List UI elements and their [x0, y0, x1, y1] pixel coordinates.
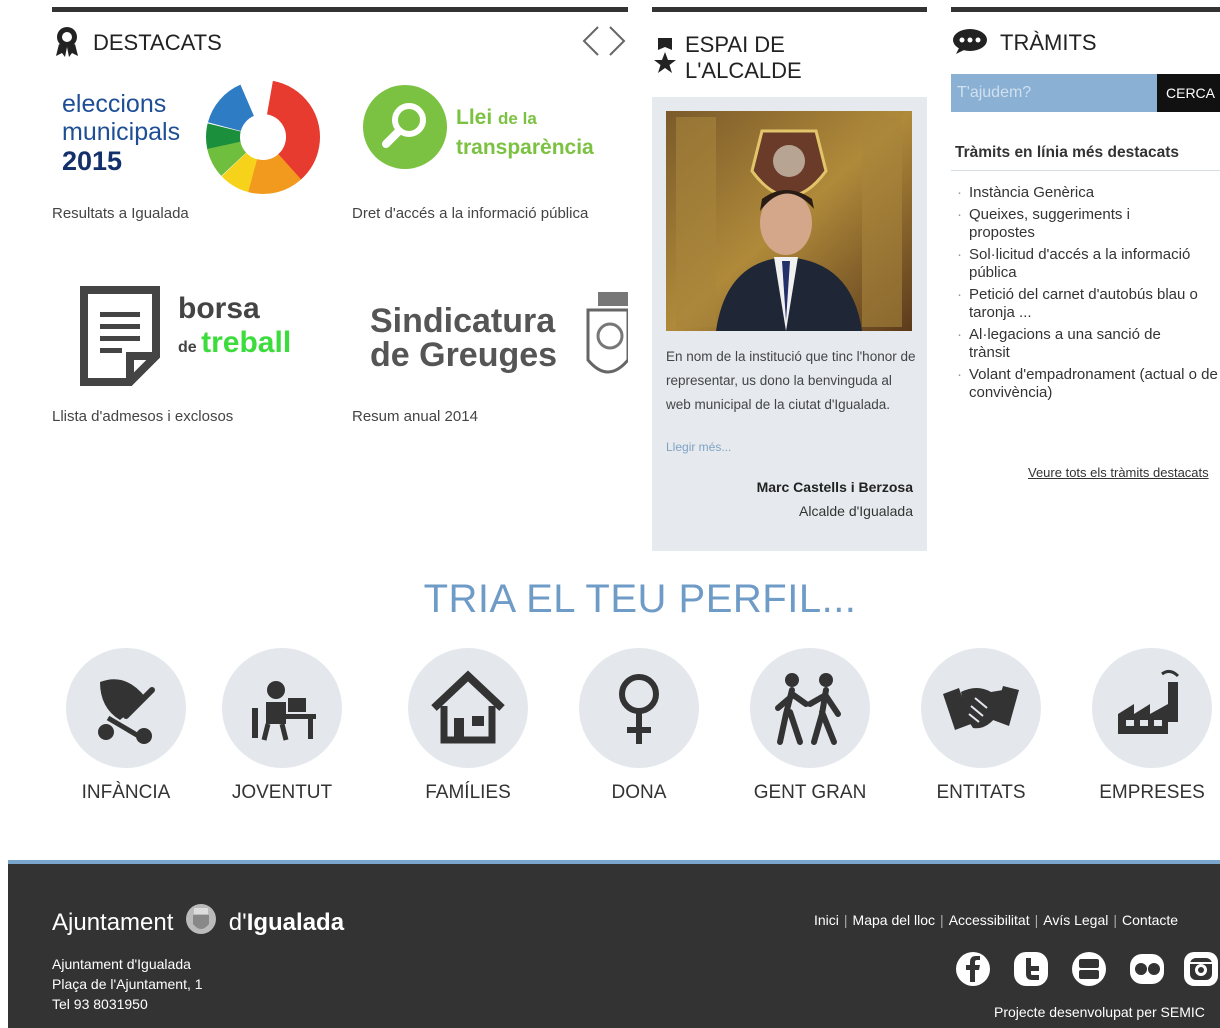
profile-gent-gran[interactable]: GENT GRAN [730, 648, 890, 804]
footer-link-accessibilitat[interactable]: Accessibilitat [949, 912, 1030, 928]
instagram-icon[interactable] [1182, 950, 1220, 988]
document-logo-icon [80, 286, 160, 386]
destacat-borsa-caption[interactable]: Llista d'admesos i exclosos [52, 408, 233, 425]
factory-icon [1118, 669, 1180, 734]
coat-of-arms-icon [586, 292, 628, 374]
footer-address: Ajuntament d'Igualada Plaça de l'Ajuntam… [52, 954, 203, 1014]
destacat-transparencia-caption[interactable]: Dret d'accés a la informació pública [352, 205, 588, 222]
footer-link-inici[interactable]: Inici [814, 912, 839, 928]
female-symbol-icon [619, 674, 659, 744]
alcalde-name: Marc Castells i Berzosa [756, 479, 913, 495]
facebook-icon[interactable] [954, 950, 992, 988]
profile-empreses[interactable]: EMPRESES [1072, 648, 1220, 804]
magnifier-logo-icon [363, 85, 447, 169]
carousel-arrows [582, 26, 626, 56]
eleccions-logo-line2: municipals [62, 118, 181, 146]
borsa-word: borsa [178, 292, 260, 325]
list-item[interactable]: Al·legacions a una sanció de trànsit [957, 326, 1220, 362]
tramits-search-button[interactable]: CERCA [1157, 74, 1220, 112]
footer-credit: Projecte desenvolupat per SEMIC [994, 1004, 1205, 1020]
alcalde-top-bar [652, 7, 927, 12]
destacats-title: DESTACATS [93, 30, 222, 55]
tramits-top-bar [951, 7, 1220, 12]
profile-dona[interactable]: DONA [559, 648, 719, 804]
medal-star-icon [654, 38, 676, 73]
tramits-list: Instància Genèrica Queixes, suggeriments… [957, 184, 1220, 406]
list-item[interactable]: Petició del carnet d'autobús blau o taro… [957, 286, 1220, 322]
sindicatura-line2: de Greuges [370, 336, 558, 374]
eleccions-logo-line3: 2015 [62, 146, 123, 176]
profile-label: EMPRESES [1099, 782, 1205, 803]
list-item[interactable]: Queixes, suggeriments i propostes [957, 206, 1220, 242]
footer-link-avis-legal[interactable]: Avís Legal [1043, 912, 1108, 928]
chevron-left-icon[interactable] [582, 26, 599, 56]
coat-of-arms-icon [186, 904, 217, 934]
footer-link-contacte[interactable]: Contacte [1122, 912, 1178, 928]
profile-label: FAMÍLIES [425, 782, 511, 803]
logo-d-prefix: d' [228, 909, 247, 936]
student-desk-icon [252, 681, 316, 741]
alcalde-card: En nom de la institució que tinc l'honor… [652, 97, 927, 551]
donut-chart-icon [206, 80, 320, 194]
tramits-heading: Tràmits en línia més destacats [955, 144, 1179, 161]
chevron-right-icon[interactable] [609, 26, 626, 56]
alcalde-title-line1: ESPAI DE [685, 32, 785, 57]
address-line: Ajuntament d'Igualada [52, 956, 191, 972]
logo-igualada: Igualada [246, 909, 345, 936]
tramits-search-input[interactable] [951, 74, 1157, 112]
eleccions-logo-line1: eleccions [62, 90, 167, 118]
mayor-photo [666, 111, 912, 331]
alcalde-read-more-link[interactable]: Llegir més... [666, 440, 731, 454]
de-la-word: de la [498, 109, 537, 128]
footer-links: Inici | Mapa del lloc | Accessibilitat | Avís … [814, 912, 1179, 928]
transparencia-word: transparència [456, 136, 594, 159]
address-line: Plaça de l'Ajuntament, 1 [52, 976, 203, 992]
profile-label: INFÀNCIA [81, 782, 171, 803]
stroller-icon [98, 679, 155, 744]
profiles-title: TRIA EL TEU PERFIL... [423, 577, 857, 621]
footer: Ajuntament d'Igualada Ajuntament d'Igual… [8, 864, 1220, 1028]
tramits-divider [951, 170, 1220, 171]
footer-logo[interactable]: Ajuntament d'Igualada [52, 902, 344, 937]
destacat-sindicatura-caption[interactable]: Resum anual 2014 [352, 408, 478, 425]
list-item[interactable]: Instància Genèrica [957, 184, 1220, 202]
destacats-top-bar [52, 7, 628, 12]
elderly-couple-icon [775, 673, 841, 745]
profile-label: DONA [611, 782, 667, 803]
tramits-title: TRÀMITS [1000, 30, 1097, 55]
profile-label: ENTITATS [936, 782, 1026, 803]
profile-families[interactable]: FAMÍLIES [388, 648, 548, 804]
footer-link-mapa[interactable]: Mapa del lloc [853, 912, 936, 928]
alcalde-welcome-text: En nom de la institució que tinc l'honor… [666, 349, 916, 412]
destacat-eleccions-caption[interactable]: Resultats a Igualada [52, 205, 189, 222]
treball-word: treball [201, 326, 292, 359]
twitter-icon[interactable] [1012, 950, 1050, 988]
list-item[interactable]: Volant d'empadronament (actual o de conv… [957, 366, 1220, 402]
award-ribbon-icon [56, 27, 78, 57]
de-word: de [178, 339, 197, 356]
profile-label: JOVENTUT [231, 782, 333, 803]
house-icon [431, 670, 505, 744]
speech-bubble-icon [953, 29, 987, 54]
profile-label: GENT GRAN [753, 782, 867, 803]
tramits-see-all-link[interactable]: Veure tots els tràmits destacats [1028, 465, 1209, 480]
flickr-icon[interactable] [1128, 950, 1166, 988]
handshake-icon [943, 686, 1019, 730]
alcalde-role: Alcalde d'Igualada [799, 503, 913, 519]
alcalde-title-line2: L'ALCALDE [685, 58, 802, 83]
logo-ajuntament: Ajuntament [52, 909, 174, 936]
llei-word: Llei [456, 106, 493, 129]
profile-infancia[interactable]: INFÀNCIA [46, 648, 206, 804]
profile-entitats[interactable]: ENTITATS [901, 648, 1061, 804]
profile-joventut[interactable]: JOVENTUT [202, 648, 362, 804]
youtube-icon[interactable] [1070, 950, 1108, 988]
list-item[interactable]: Sol·licitud d'accés a la informació públ… [957, 246, 1220, 282]
address-line: Tel 93 8031950 [52, 996, 148, 1012]
